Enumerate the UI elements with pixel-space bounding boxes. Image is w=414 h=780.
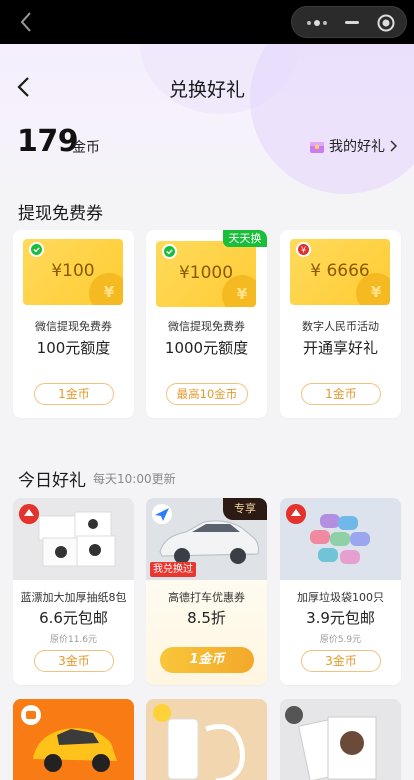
redeem-button[interactable]: 3金币 (34, 650, 114, 672)
voucher-card[interactable]: ¥ ¥ 6666 ¥ 数字人民币活动 开通享好礼 1金币 (280, 230, 401, 418)
redeem-button[interactable]: 最高10金币 (166, 383, 248, 405)
wechat-icon (29, 242, 44, 257)
wechat-icon (162, 244, 177, 259)
today-section-title: 今日好礼 (18, 471, 86, 491)
product-price: 6.6元包邮 (39, 609, 108, 627)
coin-balance: 179 (17, 124, 79, 159)
voucher-name: 微信提现免费券 (35, 320, 112, 333)
gift-card[interactable]: 加厚垃圾袋100只 3.9元包邮 原价5.9元 3金币 (280, 498, 401, 685)
svg-text:¥: ¥ (301, 246, 306, 255)
product-image (13, 498, 134, 580)
voucher-quota: 1000元额度 (164, 339, 249, 357)
redeem-button[interactable]: 1金币 (160, 647, 254, 673)
brand-logo-icon (286, 504, 306, 524)
original-price: 原价11.6元 (49, 635, 98, 645)
page-header: 兑换好礼 179 金币 我的好礼 (0, 44, 414, 204)
gift-card[interactable] (146, 699, 267, 780)
voucher-quota: 100元额度 (36, 339, 111, 357)
voucher-card[interactable]: ¥100 ¥ 微信提现免费券 100元额度 1金币 (13, 230, 134, 418)
original-price: 原价5.9元 (319, 635, 362, 645)
photo-prints-image (280, 699, 401, 780)
more-icon[interactable] (306, 19, 328, 27)
my-gifts-label: 我的好礼 (329, 139, 385, 155)
redeem-button[interactable]: 3金币 (301, 650, 381, 672)
voucher-image: ¥100 ¥ (23, 239, 123, 305)
coin-icon: ¥ (89, 273, 123, 305)
redeem-button[interactable]: 1金币 (34, 383, 114, 405)
voucher-name: 数字人民币活动 (302, 320, 379, 333)
gift-icon (310, 142, 324, 153)
vouchers-section-title: 提现免费券 (18, 204, 103, 224)
gift-card[interactable]: 蓝漂加大加厚抽纸8包 6.6元包邮 原价11.6元 3金币 (13, 498, 134, 685)
close-miniprogram-icon[interactable] (377, 14, 395, 32)
voucher-name: 微信提现免费券 (168, 320, 245, 333)
minimize-icon[interactable] (345, 21, 359, 24)
miniprogram-capsule (291, 6, 407, 38)
page-title: 兑换好礼 (168, 79, 245, 101)
product-image (280, 498, 401, 580)
back-icon[interactable] (14, 9, 40, 35)
product-price: 3.9元包邮 (306, 609, 375, 627)
brand-logo-icon (19, 504, 39, 524)
product-name: 加厚垃圾袋100只 (297, 591, 384, 604)
redeem-button[interactable]: 1金币 (301, 383, 381, 405)
coin-unit: 金币 (72, 140, 100, 156)
product-name: 高德打车优惠券 (168, 591, 245, 604)
exclusive-tag: 专享 (223, 498, 267, 520)
toy-car-image (13, 699, 134, 780)
voucher-card[interactable]: ¥1000 ¥ 天天换 微信提现免费券 1000元额度 最高10金币 (146, 230, 267, 418)
gift-card[interactable] (280, 699, 401, 780)
voucher-image: ¥ ¥ 6666 ¥ (290, 239, 390, 305)
gift-card[interactable]: 我兑换过 专享 高德打车优惠券 8.5折 1金币 (146, 498, 267, 685)
coin-icon: ¥ (222, 275, 256, 307)
update-time: 每天10:00更新 (93, 472, 176, 486)
miniprogram-bar (0, 0, 414, 44)
daily-exchange-tag: 天天换 (223, 230, 267, 247)
chevron-right-icon (390, 140, 398, 152)
voucher-quota: 开通享好礼 (302, 339, 378, 357)
digital-rmb-icon: ¥ (296, 242, 311, 257)
gift-card[interactable] (13, 699, 134, 780)
my-gifts-link[interactable]: 我的好礼 (309, 136, 398, 156)
charger-image (146, 699, 267, 780)
navigation-app-icon (152, 504, 172, 524)
product-name: 蓝漂加大加厚抽纸8包 (20, 591, 127, 604)
exchanged-tag: 我兑换过 (150, 562, 196, 577)
product-price: 8.5折 (187, 609, 226, 627)
voucher-image: ¥1000 ¥ (156, 241, 256, 307)
coin-icon: ¥ (356, 273, 390, 305)
